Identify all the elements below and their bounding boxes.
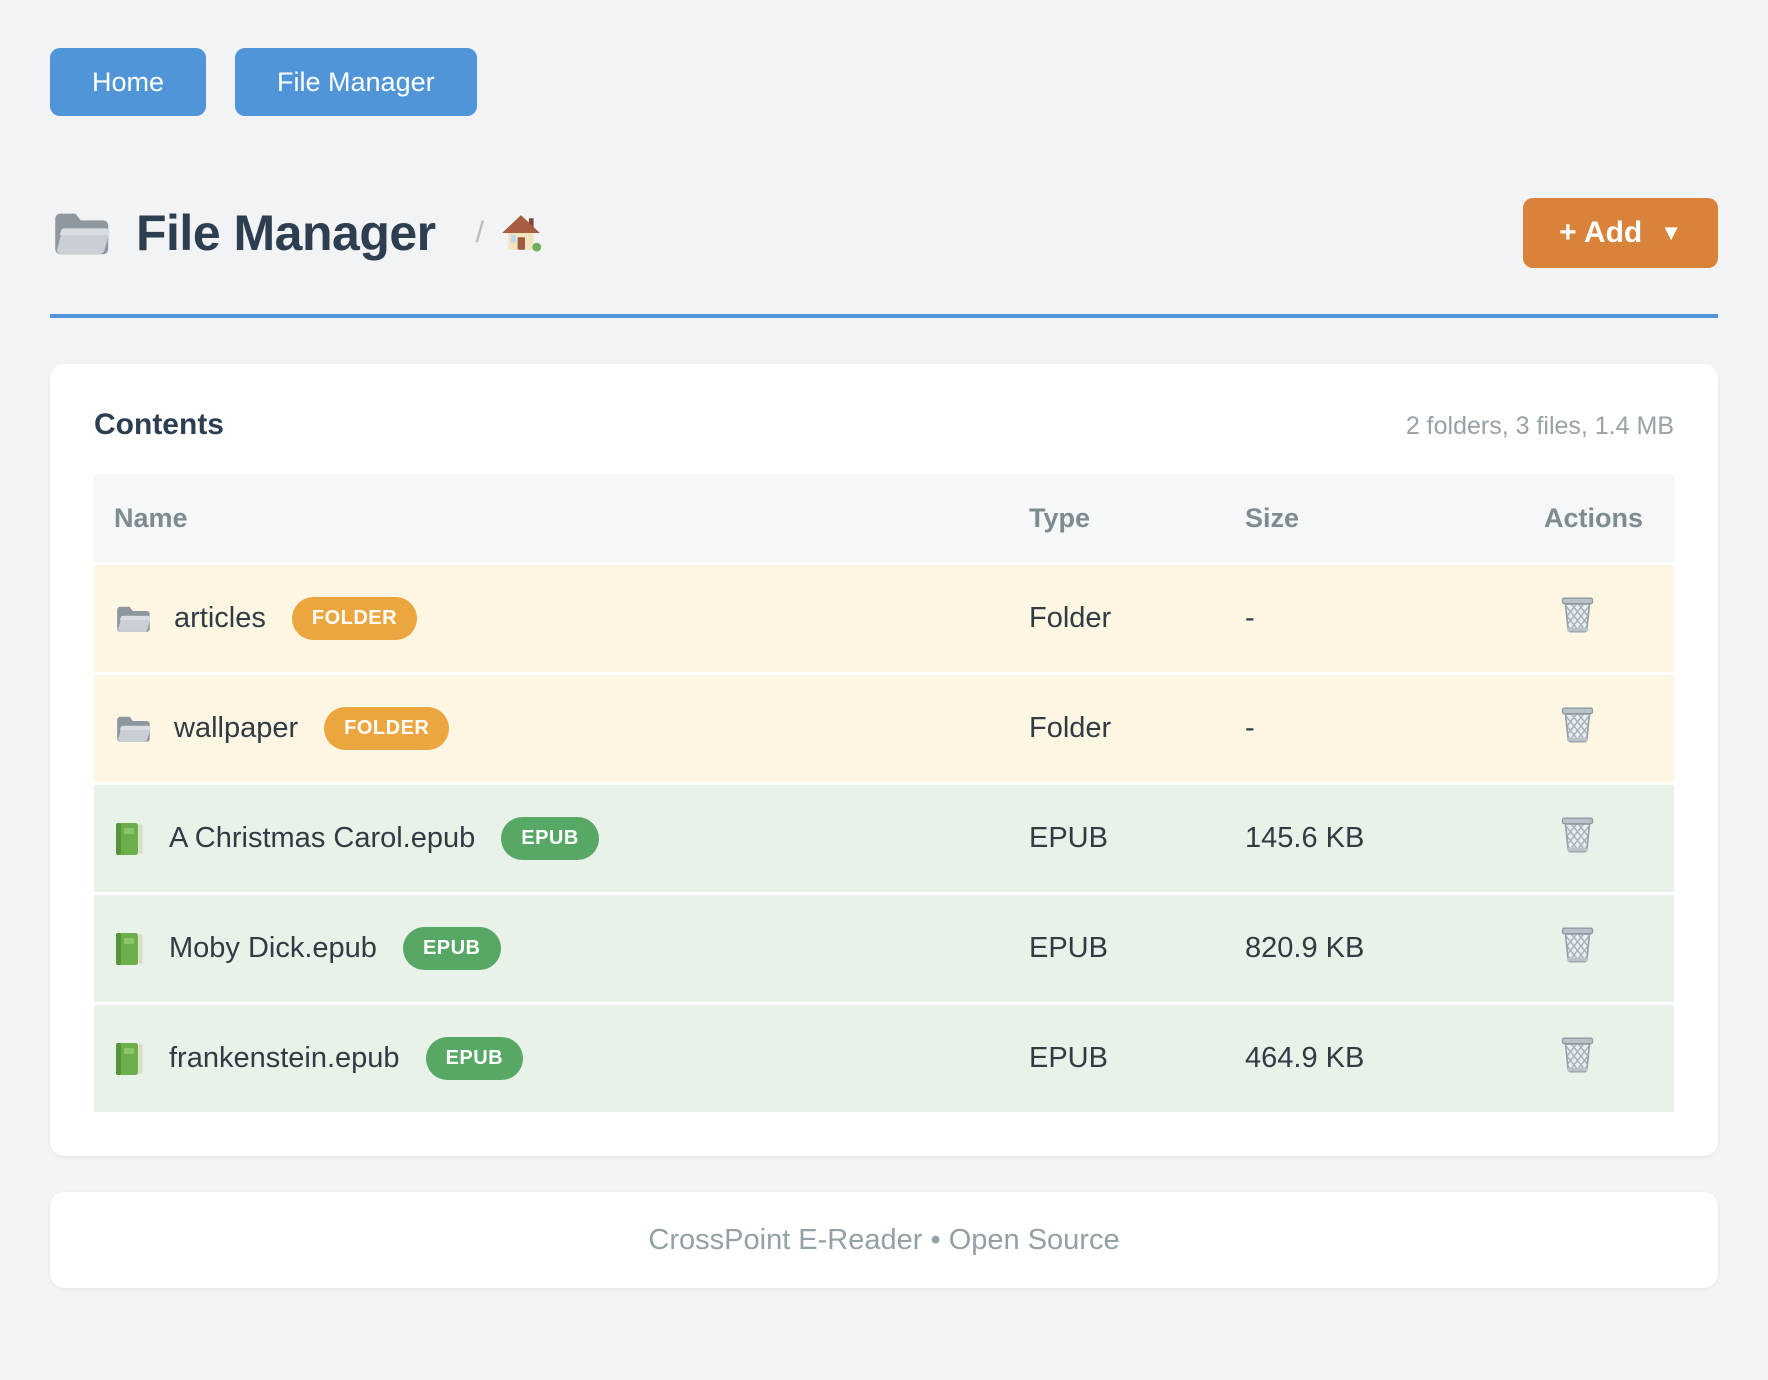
footer: CrossPoint E-Reader • Open Source — [50, 1192, 1718, 1288]
table-row[interactable]: articles FOLDER Folder - — [94, 562, 1674, 672]
green-book-icon — [114, 931, 145, 967]
contents-title: Contents — [94, 408, 224, 442]
folder-icon — [50, 207, 112, 260]
table-row[interactable]: A Christmas Carol.epub EPUB EPUB 145.6 K… — [94, 782, 1674, 892]
delete-button[interactable] — [1560, 705, 1595, 744]
delete-button[interactable] — [1560, 595, 1595, 634]
header-divider — [50, 314, 1718, 318]
file-name-link[interactable]: Moby Dick.epub — [169, 932, 377, 965]
add-button-label: + Add — [1559, 216, 1642, 250]
type-badge: FOLDER — [324, 707, 449, 750]
page-header: File Manager / + Add ▼ — [50, 198, 1718, 268]
green-book-icon — [114, 1041, 145, 1077]
nav-home-button[interactable]: Home — [50, 48, 206, 116]
trash-icon — [1560, 595, 1595, 634]
page-title: File Manager — [136, 204, 436, 262]
table-header-row: Name Type Size Actions — [94, 474, 1674, 562]
file-table: Name Type Size Actions articles FOLDER F… — [94, 474, 1674, 1112]
home-icon[interactable] — [500, 213, 542, 253]
type-value: Folder — [1009, 712, 1225, 745]
contents-card: Contents 2 folders, 3 files, 1.4 MB Name… — [50, 364, 1718, 1156]
table-row[interactable]: wallpaper FOLDER Folder - — [94, 672, 1674, 782]
size-value: 464.9 KB — [1225, 1042, 1524, 1075]
page-title-group: File Manager / — [50, 204, 542, 262]
type-badge: EPUB — [501, 817, 599, 860]
size-value: - — [1225, 712, 1524, 745]
nav-file-manager-button[interactable]: File Manager — [235, 48, 477, 116]
file-manager-page: Home File Manager File Manager / + Add ▼… — [0, 0, 1768, 1348]
breadcrumb: / — [476, 213, 542, 253]
file-name-link[interactable]: wallpaper — [174, 712, 298, 745]
type-badge: EPUB — [426, 1037, 524, 1080]
type-value: EPUB — [1009, 932, 1225, 965]
column-header-name: Name — [94, 503, 1009, 534]
green-book-icon — [114, 821, 145, 857]
type-value: EPUB — [1009, 1042, 1225, 1075]
type-badge: FOLDER — [292, 597, 417, 640]
folder-icon — [114, 602, 152, 636]
delete-button[interactable] — [1560, 925, 1595, 964]
caret-down-icon: ▼ — [1660, 222, 1682, 244]
size-value: 145.6 KB — [1225, 822, 1524, 855]
type-badge: EPUB — [403, 927, 501, 970]
contents-summary: 2 folders, 3 files, 1.4 MB — [1406, 412, 1674, 441]
size-value: 820.9 KB — [1225, 932, 1524, 965]
file-name-link[interactable]: articles — [174, 602, 266, 635]
file-name-link[interactable]: A Christmas Carol.epub — [169, 822, 475, 855]
add-button[interactable]: + Add ▼ — [1523, 198, 1718, 268]
trash-icon — [1560, 815, 1595, 854]
trash-icon — [1560, 1035, 1595, 1074]
table-row[interactable]: frankenstein.epub EPUB EPUB 464.9 KB — [94, 1002, 1674, 1112]
type-value: EPUB — [1009, 822, 1225, 855]
type-value: Folder — [1009, 602, 1225, 635]
column-header-size: Size — [1225, 503, 1524, 534]
size-value: - — [1225, 602, 1524, 635]
delete-button[interactable] — [1560, 815, 1595, 854]
folder-icon — [114, 712, 152, 746]
trash-icon — [1560, 705, 1595, 744]
column-header-actions: Actions — [1524, 503, 1674, 534]
top-nav: Home File Manager — [50, 48, 1718, 116]
column-header-type: Type — [1009, 503, 1225, 534]
trash-icon — [1560, 925, 1595, 964]
breadcrumb-separator: / — [476, 216, 484, 250]
footer-text: CrossPoint E-Reader • Open Source — [648, 1224, 1119, 1257]
delete-button[interactable] — [1560, 1035, 1595, 1074]
file-name-link[interactable]: frankenstein.epub — [169, 1042, 400, 1075]
table-row[interactable]: Moby Dick.epub EPUB EPUB 820.9 KB — [94, 892, 1674, 1002]
